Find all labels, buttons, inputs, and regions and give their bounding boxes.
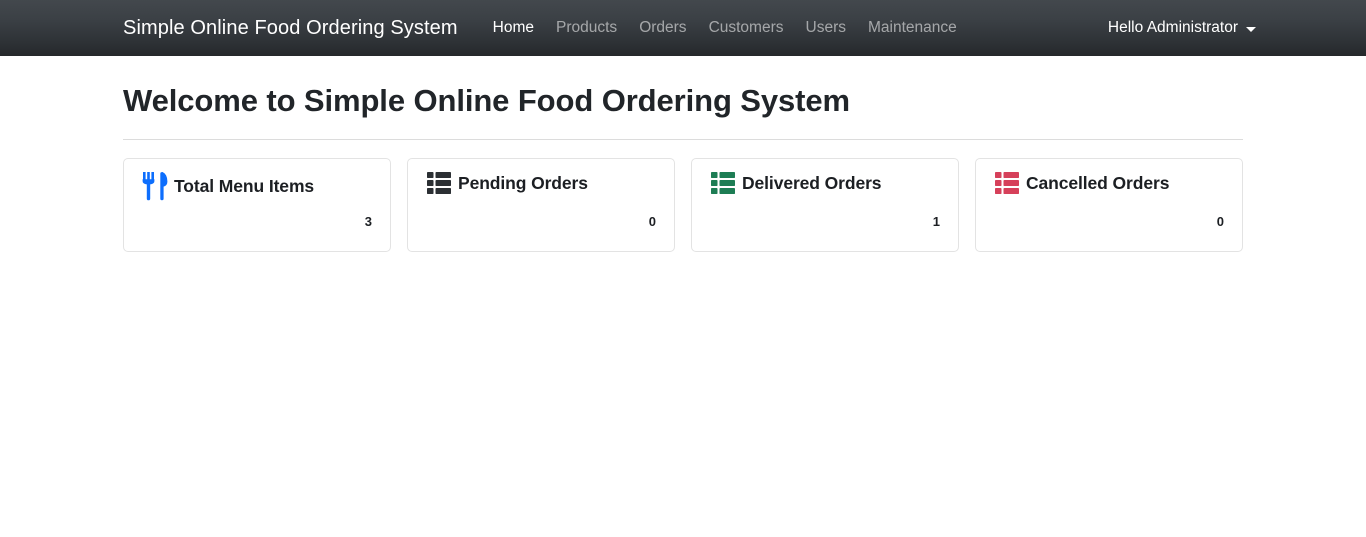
nav-item-home: Home: [482, 16, 545, 40]
card-label: Total Menu Items: [174, 175, 315, 196]
navbar-right: Hello Administrator: [1108, 19, 1256, 37]
stat-card-row: Total Menu Items 3 Pending Orders 0 Deli…: [123, 158, 1243, 253]
nav-item-products: Products: [545, 16, 628, 40]
th-list-icon: [710, 171, 736, 195]
nav-link-maintenance[interactable]: Maintenance: [857, 19, 968, 36]
nav-item-customers: Customers: [698, 16, 795, 40]
card-count: 1: [932, 214, 940, 230]
nav-item-orders: Orders: [628, 16, 697, 40]
primary-nav: Home Products Orders Customers Users Mai…: [482, 16, 968, 40]
chevron-down-icon: [1246, 26, 1256, 32]
title-divider: [123, 139, 1243, 141]
page-container: Welcome to Simple Online Food Ordering S…: [0, 56, 1366, 253]
card-label: Delivered Orders: [742, 172, 882, 193]
navbar-brand[interactable]: Simple Online Food Ordering System: [123, 17, 458, 40]
card-header: Pending Orders: [426, 171, 658, 195]
user-menu-button[interactable]: Hello Administrator: [1108, 19, 1256, 37]
th-list-icon: [994, 171, 1020, 195]
card-header: Cancelled Orders: [994, 171, 1226, 195]
th-list-icon: [426, 171, 452, 195]
card-count: 0: [1216, 214, 1224, 230]
stat-card-cancelled-orders[interactable]: Cancelled Orders 0: [975, 158, 1243, 253]
stat-card-total-menu-items[interactable]: Total Menu Items 3: [123, 158, 391, 253]
utensils-icon: [142, 171, 168, 201]
nav-link-users[interactable]: Users: [795, 19, 857, 36]
card-count: 0: [648, 214, 656, 230]
card-count: 3: [364, 214, 372, 230]
top-navbar: Simple Online Food Ordering System Home …: [0, 0, 1366, 56]
nav-item-maintenance: Maintenance: [857, 16, 968, 40]
page-title: Welcome to Simple Online Food Ordering S…: [123, 83, 850, 118]
stat-card-pending-orders[interactable]: Pending Orders 0: [407, 158, 675, 253]
user-menu-label: Hello Administrator: [1107, 19, 1238, 36]
card-label: Cancelled Orders: [1026, 172, 1170, 193]
nav-link-customers[interactable]: Customers: [698, 19, 795, 36]
stat-card-delivered-orders[interactable]: Delivered Orders 1: [691, 158, 959, 253]
card-header: Delivered Orders: [710, 171, 942, 195]
nav-link-products[interactable]: Products: [545, 19, 628, 36]
nav-item-users: Users: [795, 16, 857, 40]
card-header: Total Menu Items: [142, 171, 374, 201]
card-label: Pending Orders: [458, 172, 588, 193]
navbar-inner: Simple Online Food Ordering System Home …: [0, 16, 1366, 40]
nav-link-orders[interactable]: Orders: [628, 19, 697, 36]
nav-link-home[interactable]: Home: [482, 19, 545, 36]
